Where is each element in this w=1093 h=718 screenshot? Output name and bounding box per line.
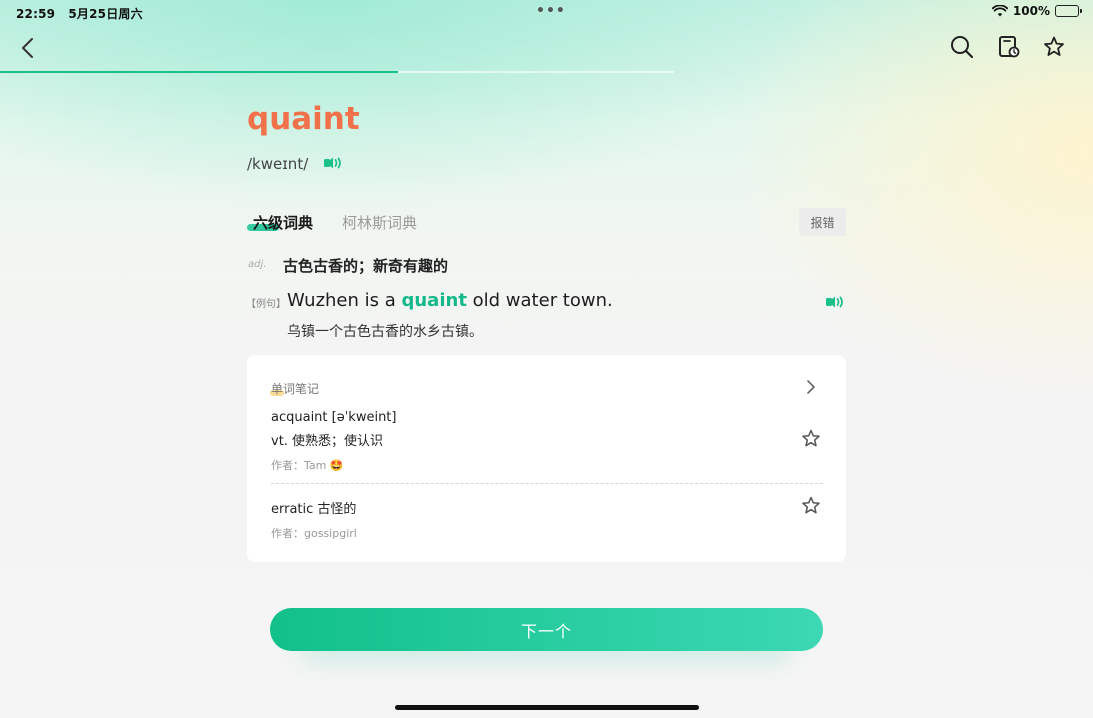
next-word-button[interactable]: 下一个 (270, 608, 823, 651)
example-speaker-icon[interactable] (825, 295, 845, 309)
star-icon[interactable] (1041, 34, 1067, 60)
speaker-icon[interactable] (323, 156, 343, 170)
example-sentence: Wuzhen is a quaint old water town. (287, 290, 613, 311)
wifi-icon (991, 5, 1008, 17)
status-clock: 22:59 (16, 7, 56, 21)
example-before: Wuzhen is a (287, 290, 402, 311)
example-tag: 【例句】 (246, 299, 286, 310)
notes-title[interactable]: 单词笔记 (271, 380, 319, 397)
battery-icon (1055, 5, 1082, 17)
report-error-button[interactable]: 报错 (799, 208, 846, 236)
study-progress-fill (0, 71, 398, 73)
word-phonetic-row: /kweɪnt/ (247, 155, 343, 173)
part-of-speech: adj. (248, 259, 267, 270)
note-1-star-icon[interactable] (800, 428, 822, 450)
status-time: 22:59 5月25日周六 (16, 5, 143, 22)
tab-cet6-dictionary[interactable]: 六级词典 (253, 212, 313, 233)
definition-text: 古色古香的；新奇有趣的 (283, 257, 449, 275)
note-2-author-name[interactable]: gossipgirl (304, 527, 357, 540)
example-after: old water town. (466, 290, 613, 311)
notebook-add-icon[interactable] (995, 34, 1021, 60)
note-1-author-name[interactable]: Tam 🤩 (304, 459, 344, 472)
status-date: 5月25日周六 (68, 7, 143, 21)
example-keyword: quaint (401, 290, 467, 311)
study-progress-bar (0, 71, 674, 73)
note-1-author-label: 作者： (271, 459, 304, 472)
status-indicators: 100% (991, 4, 1082, 18)
example-translation: 乌镇一个古色古香的水乡古镇。 (287, 324, 483, 340)
notes-divider (271, 483, 823, 484)
word-phonetic: /kweɪnt/ (247, 155, 309, 173)
multitasking-dots[interactable]: ••• (536, 3, 566, 19)
chevron-right-icon[interactable] (804, 378, 818, 396)
tab-collins-dictionary[interactable]: 柯林斯词典 (342, 212, 417, 233)
note-2-author: 作者：gossipgirl (271, 525, 357, 541)
note-1-word: acquaint [əˈkweint] (271, 410, 397, 425)
note-1-author: 作者：Tam 🤩 (271, 457, 344, 473)
home-indicator[interactable] (395, 705, 699, 710)
word-title: quaint (247, 101, 360, 137)
search-icon[interactable] (949, 34, 975, 60)
note-2-author-label: 作者： (271, 527, 304, 540)
battery-percent: 100% (1012, 4, 1050, 18)
chevron-left-icon[interactable] (14, 34, 42, 62)
note-1-meaning: vt. 使熟悉；使认识 (271, 434, 384, 449)
note-2-word: erratic 古怪的 (271, 502, 357, 517)
note-2-star-icon[interactable] (800, 495, 822, 517)
